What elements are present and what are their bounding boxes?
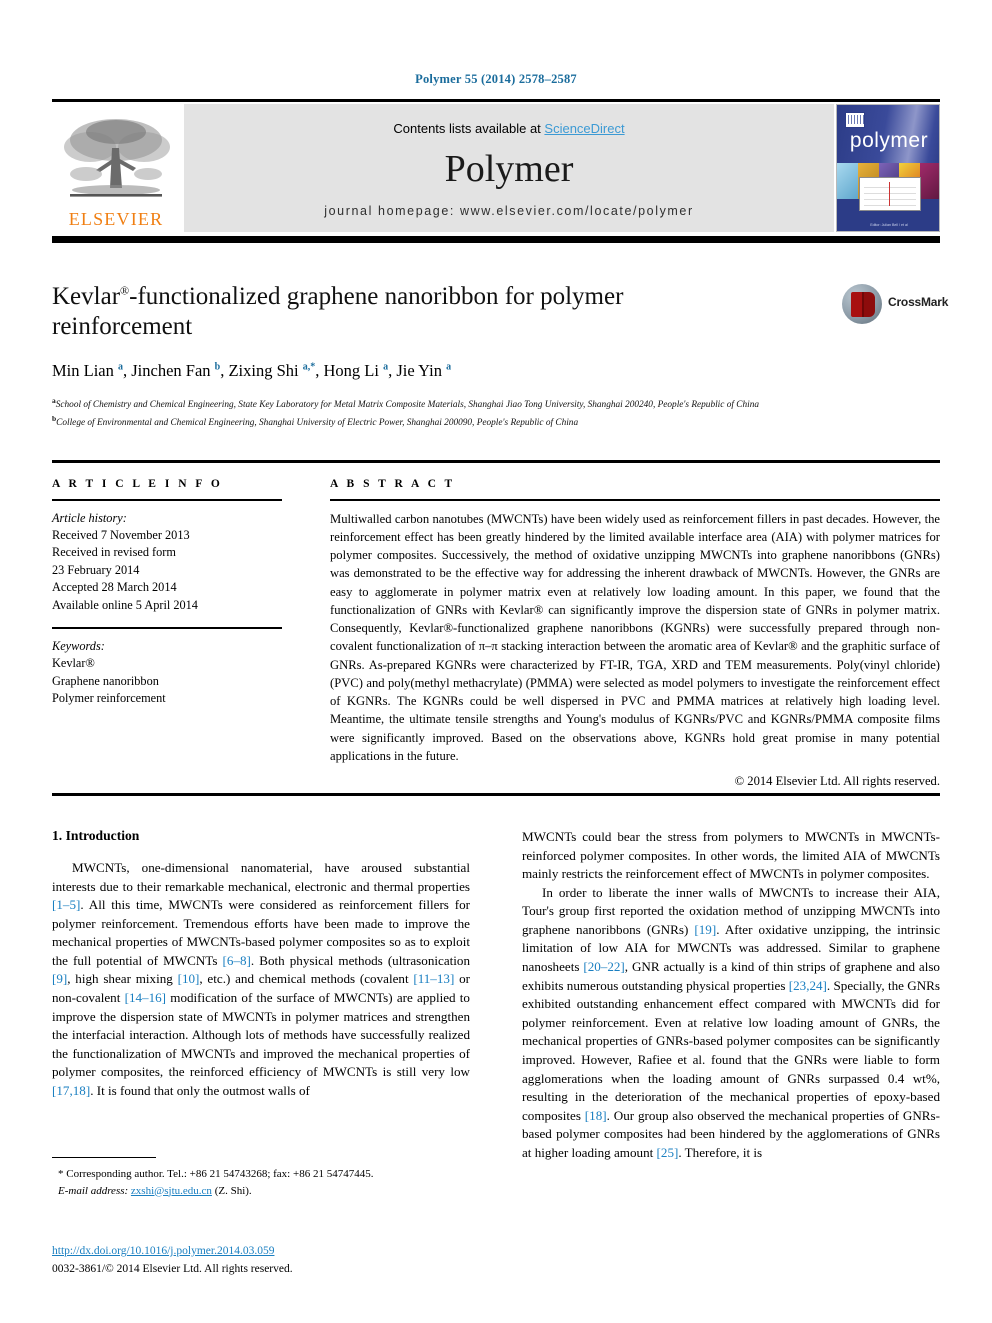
abstract-text: Multiwalled carbon nanotubes (MWCNTs) ha… bbox=[330, 511, 940, 763]
abstract-section-rule bbox=[52, 460, 940, 463]
citation-link[interactable]: [25] bbox=[657, 1145, 679, 1160]
abstract-label: A B S T R A C T bbox=[330, 478, 456, 490]
keywords-block: Keywords: Kevlar® Graphene nanoribbon Po… bbox=[52, 638, 282, 708]
title-registered-mark: ® bbox=[120, 283, 130, 298]
masthead-bottom-rule bbox=[52, 236, 940, 243]
sciencedirect-link[interactable]: ScienceDirect bbox=[544, 121, 624, 136]
affiliation-a-text: School of Chemistry and Chemical Enginee… bbox=[55, 400, 759, 411]
author-list: Min Lian a, Jinchen Fan b, Zixing Shi a,… bbox=[52, 361, 452, 380]
affiliation-b: bCollege of Environmental and Chemical E… bbox=[52, 414, 579, 429]
crossmark-book-icon bbox=[851, 292, 875, 317]
body-column-right: MWCNTs could bear the stress from polyme… bbox=[522, 828, 940, 1162]
contents-prefix: Contents lists available at bbox=[393, 120, 545, 136]
contents-available-line: Contents lists available at ScienceDirec… bbox=[393, 121, 624, 136]
keywords-divider bbox=[52, 627, 282, 629]
email-note: E-mail address: zxshi@sjtu.edu.cn (Z. Sh… bbox=[52, 1183, 470, 1200]
cover-journal-name: polymer bbox=[849, 129, 929, 152]
citation-link[interactable]: [23,24] bbox=[789, 978, 827, 993]
cover-footer-text: Editor: Julian Bell / et al bbox=[870, 223, 908, 227]
history-item: Accepted 28 March 2014 bbox=[52, 580, 177, 595]
intro-paragraph-1: MWCNTs, one-dimensional nanomaterial, ha… bbox=[52, 859, 470, 1101]
text-run: . Specially, the GNRs exhibited outstand… bbox=[522, 977, 940, 1123]
elsevier-logo: ELSEVIER bbox=[52, 104, 180, 232]
journal-cover-thumbnail: polymer Editor: Julian Bell / et al bbox=[836, 104, 940, 232]
text-run: MWCNTs, one-dimensional nanomaterial, ha… bbox=[52, 860, 470, 894]
title-part-2: -functionalized graphene nanoribbon for … bbox=[52, 283, 624, 340]
history-item: Available online 5 April 2014 bbox=[52, 597, 198, 612]
affiliations: aSchool of Chemistry and Chemical Engine… bbox=[52, 395, 852, 431]
article-info-divider bbox=[52, 499, 282, 501]
doi-block: http://dx.doi.org/10.1016/j.polymer.2014… bbox=[52, 1243, 482, 1279]
keyword-item: Kevlar® bbox=[52, 656, 95, 671]
corresponding-author-note: * Corresponding author. Tel.: +86 21 547… bbox=[58, 1168, 374, 1180]
history-item: Received 7 November 2013 bbox=[52, 527, 190, 542]
article-info-block: A R T I C L E I N F O Article history: R… bbox=[52, 478, 282, 708]
page-title: Kevlar®-functionalized graphene nanoribb… bbox=[52, 282, 652, 342]
text-run: . It is found that only the outmost wall… bbox=[90, 1082, 310, 1098]
title-block: CrossMark Kevlar®-functionalized graphen… bbox=[52, 282, 948, 432]
masthead-center: Contents lists available at ScienceDirec… bbox=[184, 104, 834, 232]
email-suffix: (Z. Shi). bbox=[211, 1184, 252, 1197]
abstract-block: A B S T R A C T Multiwalled carbon nanot… bbox=[330, 478, 940, 789]
crossmark-badge[interactable]: CrossMark bbox=[840, 282, 948, 326]
email-label: E-mail address: bbox=[58, 1184, 129, 1197]
title-part-1: Kevlar bbox=[52, 283, 121, 310]
crossmark-circle-icon bbox=[842, 284, 882, 324]
keyword-item: Graphene nanoribbon bbox=[52, 673, 159, 688]
article-history: Article history: Received 7 November 201… bbox=[52, 510, 282, 615]
abstract-divider bbox=[330, 499, 940, 501]
journal-title: Polymer bbox=[444, 147, 574, 190]
text-run: , high shear mixing bbox=[67, 971, 178, 987]
citation-link[interactable]: [10] bbox=[178, 971, 200, 986]
doi-link[interactable]: http://dx.doi.org/10.1016/j.polymer.2014… bbox=[52, 1245, 274, 1257]
body-section-rule bbox=[52, 793, 940, 796]
email-link[interactable]: zxshi@sjtu.edu.cn bbox=[131, 1185, 212, 1197]
text-run: . Therefore, it is bbox=[678, 1144, 763, 1160]
citation-link[interactable]: [14–16] bbox=[125, 990, 166, 1005]
cover-inset-chart bbox=[859, 177, 921, 211]
elsevier-wordmark: ELSEVIER bbox=[68, 209, 164, 229]
citation-link[interactable]: [6–8] bbox=[223, 953, 251, 968]
keywords-label: Keywords: bbox=[52, 638, 105, 653]
footnote-block: * Corresponding author. Tel.: +86 21 547… bbox=[52, 1166, 470, 1199]
affiliation-a: aSchool of Chemistry and Chemical Engine… bbox=[52, 396, 759, 411]
intro-paragraph-2: In order to liberate the inner walls of … bbox=[522, 884, 940, 1163]
affiliation-b-text: College of Environmental and Chemical En… bbox=[56, 418, 579, 429]
article-history-label: Article history: bbox=[52, 510, 127, 525]
citation-link[interactable]: [20–22] bbox=[583, 959, 624, 974]
footnote-separator bbox=[52, 1157, 156, 1159]
citation-link[interactable]: [17,18] bbox=[52, 1083, 90, 1098]
citation-link[interactable]: [9] bbox=[52, 971, 67, 986]
running-head: Polymer 55 (2014) 2578–2587 bbox=[415, 72, 577, 86]
text-run: , etc.) and chemical methods (covalent bbox=[199, 971, 414, 987]
history-item: 23 February 2014 bbox=[52, 562, 140, 577]
history-item: Received in revised form bbox=[52, 545, 176, 560]
citation-link[interactable]: [11–13] bbox=[413, 971, 454, 986]
citation-link[interactable]: [1–5] bbox=[52, 897, 80, 912]
journal-homepage[interactable]: journal homepage: www.elsevier.com/locat… bbox=[324, 204, 694, 218]
issn-copyright-line: 0032-3861/© 2014 Elsevier Ltd. All right… bbox=[52, 1262, 293, 1275]
masthead: ELSEVIER Contents lists available at Sci… bbox=[52, 104, 940, 232]
cover-elsevier-badge-icon bbox=[845, 112, 865, 128]
masthead-top-rule bbox=[52, 99, 940, 102]
citation-link[interactable]: [18] bbox=[585, 1108, 607, 1123]
section-heading-introduction: 1. Introduction bbox=[52, 828, 140, 843]
article-info-label: A R T I C L E I N F O bbox=[52, 478, 223, 490]
keyword-item: Polymer reinforcement bbox=[52, 691, 166, 706]
intro-paragraph-1-continued: MWCNTs could bear the stress from polyme… bbox=[522, 829, 940, 882]
body-column-left: 1. Introduction MWCNTs, one-dimensional … bbox=[52, 828, 470, 1101]
abstract-copyright: © 2014 Elsevier Ltd. All rights reserved… bbox=[734, 774, 940, 788]
elsevier-tree-icon bbox=[64, 119, 170, 197]
paper-page: Polymer 55 (2014) 2578–2587 ELSEVIER Con… bbox=[0, 0, 992, 1323]
crossmark-label: CrossMark bbox=[888, 295, 949, 309]
text-run: . Both physical methods (ultrasonication bbox=[250, 952, 471, 968]
citation-link[interactable]: [19] bbox=[694, 922, 716, 937]
